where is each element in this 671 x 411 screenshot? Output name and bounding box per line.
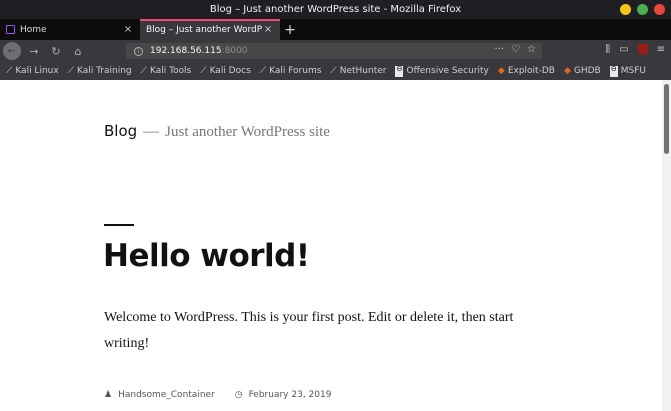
minimize-button[interactable]	[620, 4, 631, 15]
scrollbar-thumb[interactable]	[664, 84, 669, 154]
toolbar-right: ⫼ ▭ ≡	[606, 44, 665, 55]
sidebar-icon[interactable]: ▭	[619, 44, 628, 55]
site-description: Just another WordPress site	[165, 124, 330, 140]
page-content: Blog — Just another WordPress site Hello…	[0, 80, 662, 411]
kali-dragon-icon: ⟋	[140, 65, 147, 76]
ublock-origin-icon[interactable]	[637, 44, 648, 55]
library-icon[interactable]: ⫼	[606, 44, 611, 55]
tab-blog[interactable]: Blog – Just another WordPre ×	[140, 19, 280, 40]
bookmark-kali-linux[interactable]: ⟋ Kali Linux	[6, 66, 59, 76]
page-actions-button[interactable]: ···	[495, 44, 505, 55]
window-title: Blog – Just another WordPress site - Moz…	[209, 4, 462, 15]
bookmark-exploit-db[interactable]: ◆ Exploit-DB	[498, 66, 555, 76]
offsec-icon: Ɵ	[609, 65, 618, 77]
exploit-db-icon: ◆	[563, 65, 571, 76]
maximize-button[interactable]	[637, 4, 648, 15]
site-branding: Blog — Just another WordPress site	[104, 122, 330, 141]
kali-dragon-icon: ⟋	[259, 65, 267, 76]
offsec-icon: Ɵ	[395, 65, 404, 77]
site-info-icon[interactable]: i	[134, 46, 143, 56]
tab-strip: Home × Blog – Just another WordPre × +	[0, 19, 671, 40]
tab-close-icon[interactable]: ×	[122, 24, 134, 35]
new-tab-button[interactable]: +	[280, 19, 300, 40]
bookmark-kali-forums[interactable]: ⟋ Kali Forums	[260, 66, 322, 76]
site-title-link[interactable]: Blog	[104, 122, 137, 140]
tab-close-icon[interactable]: ×	[262, 24, 274, 35]
kali-dragon-icon: ⟋	[6, 65, 13, 76]
menu-icon[interactable]: ≡	[657, 44, 665, 55]
window-titlebar: Blog – Just another WordPress site - Moz…	[0, 0, 671, 19]
bookmark-star-icon[interactable]: ☆	[527, 44, 536, 55]
bookmark-ghdb[interactable]: ◆ GHDB	[564, 66, 601, 76]
forward-button[interactable]: →	[25, 45, 43, 58]
kali-dragon-icon: ⟋	[200, 65, 207, 76]
exploit-db-icon: ◆	[497, 65, 505, 76]
post-author-link[interactable]: Handsome_Container	[118, 390, 215, 400]
kali-dragon-icon: ⟋	[330, 65, 337, 76]
kali-dragon-icon: ⟋	[67, 65, 74, 76]
bookmark-nethunter[interactable]: ⟋ NetHunter	[330, 66, 386, 76]
arrow-left-icon: ←	[7, 45, 17, 57]
bookmark-kali-tools[interactable]: ⟋ Kali Tools	[141, 66, 192, 76]
reload-button[interactable]: ↻	[47, 45, 65, 58]
url-port: :8000	[221, 46, 248, 56]
author-icon: ♟	[104, 390, 113, 400]
bookmarks-toolbar: ⟋ Kali Linux ⟋ Kali Training ⟋ Kali Tools ⟋…	[0, 62, 671, 80]
back-button[interactable]: ←	[3, 42, 21, 60]
bookmark-offensive-security[interactable]: Ɵ Offensive Security	[395, 65, 489, 77]
post-title[interactable]: Hello world!	[103, 238, 310, 274]
post-body: Welcome to WordPress. This is your first…	[104, 310, 514, 351]
window-controls	[620, 4, 665, 15]
bookmark-kali-training[interactable]: ⟋ Kali Training	[68, 66, 132, 76]
post-divider	[104, 224, 134, 226]
bookmark-kali-docs[interactable]: ⟋ Kali Docs	[200, 66, 251, 76]
post-meta: ♟ Handsome_Container ◷ February 23, 2019	[104, 390, 331, 400]
title-separator: —	[143, 123, 160, 140]
tab-label: Blog – Just another WordPre	[146, 24, 262, 35]
home-page-icon	[6, 25, 15, 34]
url-actions: ··· ♡ ☆	[495, 44, 536, 55]
close-window-button[interactable]	[654, 4, 665, 15]
navigation-toolbar: ← → ↻ ⌂ i 192.168.56.115:8000 ··· ♡ ☆ ⫼ …	[0, 40, 671, 62]
url-bar[interactable]: i 192.168.56.115:8000 ··· ♡ ☆	[126, 43, 542, 59]
home-button[interactable]: ⌂	[69, 45, 87, 58]
clock-icon: ◷	[234, 390, 243, 400]
bookmark-msfu[interactable]: Ɵ MSFU	[609, 65, 646, 77]
pocket-icon[interactable]: ♡	[511, 44, 520, 55]
tab-home[interactable]: Home ×	[0, 19, 140, 40]
tab-label: Home	[20, 24, 47, 35]
post-date-link[interactable]: February 23, 2019	[249, 390, 332, 400]
url-host: 192.168.56.115	[150, 46, 222, 56]
